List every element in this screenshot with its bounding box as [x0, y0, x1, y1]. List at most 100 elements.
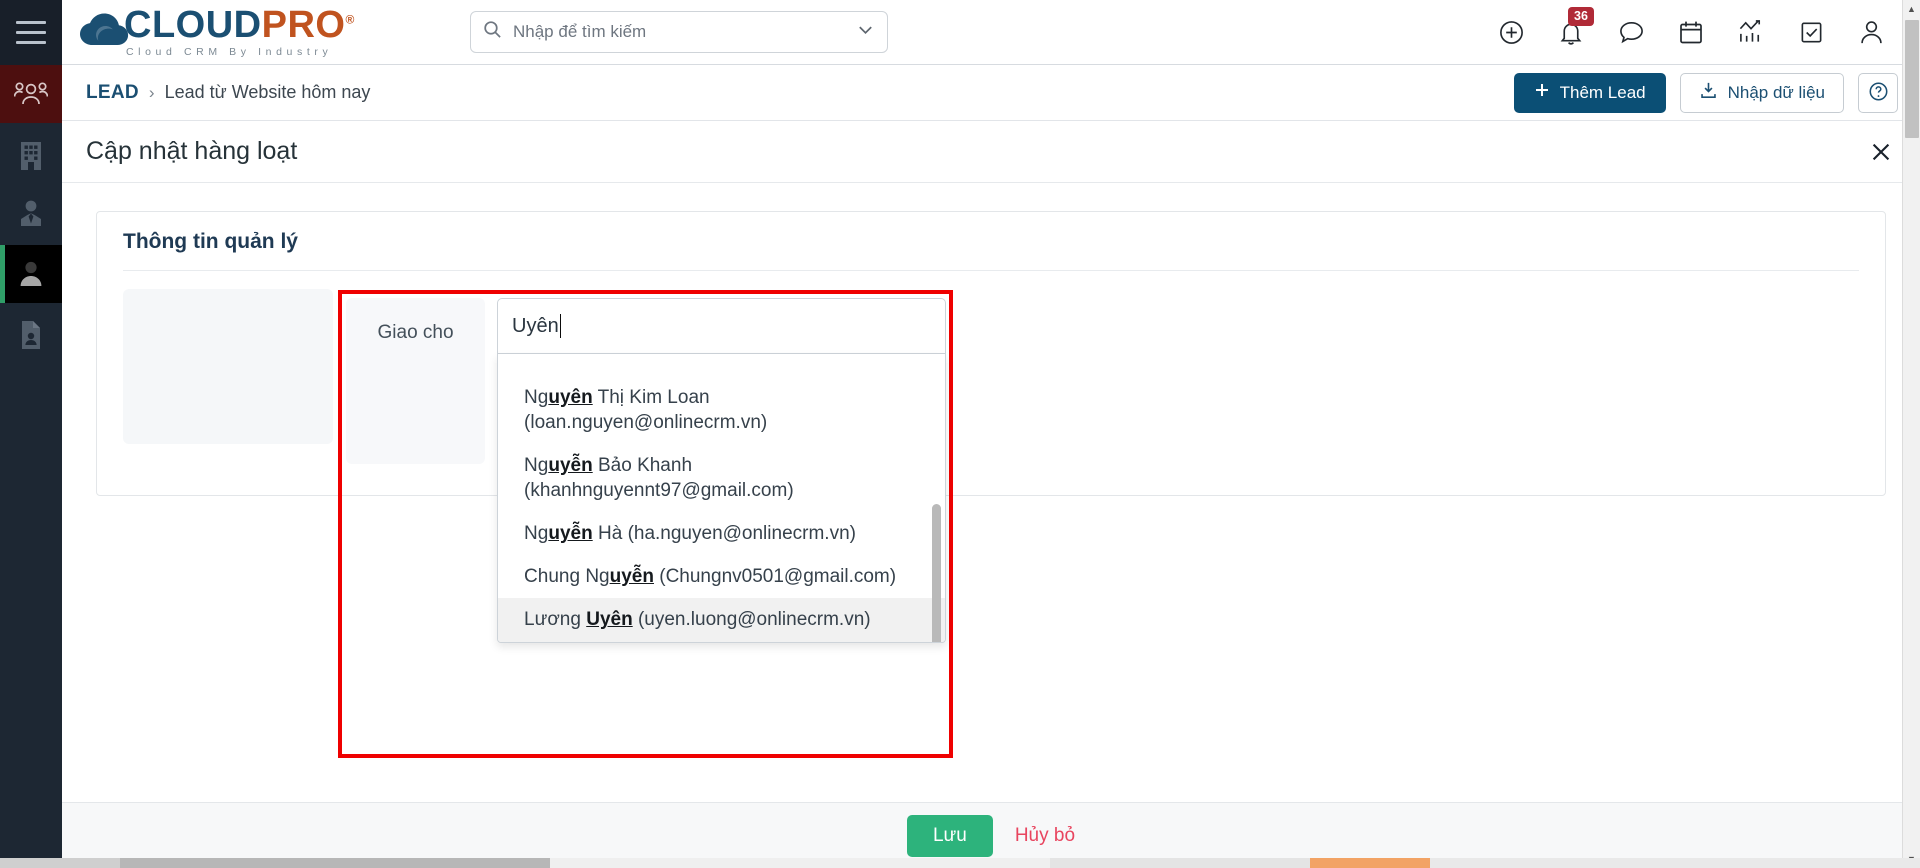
assign-to-control: Uyên Nguyên Thị Kim Loan (loan.nguyen@on…	[497, 298, 946, 643]
suggestion-list: Nguyên Thị Kim Loan (loan.nguyen@onlinec…	[498, 376, 945, 642]
brand-wordmark: CLOUDPRO® Cloud CRM By Industry	[124, 6, 355, 58]
suggestion-option[interactable]: Nguyễn Hà (ha.nguyen@onlinecrm.vn)	[498, 512, 945, 555]
assign-to-label-cell: Giao cho	[346, 298, 486, 464]
sidebar-item-contacts[interactable]	[0, 187, 62, 239]
assign-to-label: Giao cho	[377, 322, 454, 343]
save-button[interactable]: Lưu	[906, 814, 993, 857]
help-button[interactable]	[1858, 72, 1898, 113]
taskbar-segment	[550, 858, 1050, 868]
cancel-button[interactable]: Hủy bỏ	[1015, 825, 1075, 847]
add-circle-icon[interactable]	[1496, 17, 1526, 47]
add-lead-label: Thêm Lead	[1559, 82, 1646, 102]
empty-field-placeholder	[123, 289, 333, 444]
question-circle-icon	[1868, 81, 1889, 105]
option-suffix: Hà	[592, 523, 628, 545]
taskbar-segment-active	[1310, 858, 1430, 868]
taskbar-segment	[120, 858, 550, 868]
option-match-highlight: uyễn	[609, 566, 654, 588]
sidebar-item-documents[interactable]	[0, 309, 62, 361]
assign-to-field-group: Giao cho Uyên Nguyên Thị Kim Loan (loan.…	[346, 298, 946, 643]
option-email: (uyen.luong@onlinecrm.vn)	[637, 609, 871, 631]
breadcrumb-separator-icon: ›	[148, 82, 155, 102]
bulk-update-modal: Cập nhật hàng loạt Thông tin quản lý Lưu…	[62, 121, 1920, 868]
top-navigation-bar: CLOUDPRO® Cloud CRM By Industry Nhập để …	[62, 0, 1920, 65]
contact-tie-icon	[17, 198, 45, 228]
registered-mark: ®	[345, 12, 355, 27]
person-icon	[17, 259, 45, 289]
assign-to-input-value: Uyên	[512, 314, 559, 337]
suggestion-option[interactable]: Nguyên Thị Kim Loan (loan.nguyen@onlinec…	[498, 376, 945, 444]
notification-badge: 36	[1568, 7, 1594, 26]
taskbar-segment	[1430, 858, 1920, 868]
global-search-box[interactable]: Nhập để tìm kiếm	[470, 11, 888, 53]
user-account-icon[interactable]	[1856, 17, 1886, 47]
window-scrollbar[interactable]: ▲ ▼	[1902, 0, 1920, 868]
document-person-icon	[18, 320, 44, 350]
option-match-highlight: Uyên	[586, 609, 633, 631]
brand-logo-area[interactable]: CLOUDPRO® Cloud CRM By Industry	[62, 6, 362, 58]
breadcrumb-current: Lead từ Website hôm nay	[164, 82, 371, 102]
search-input-placeholder[interactable]: Nhập để tìm kiếm	[513, 22, 845, 42]
suggestion-option[interactable]: Lương Uyên (uyen.luong@onlinecrm.vn)	[498, 598, 945, 642]
topbar-icon-group: 36	[1496, 7, 1920, 47]
brand-tagline: Cloud CRM By Industry	[126, 46, 333, 58]
section-title: Thông tin quản lý	[123, 230, 298, 253]
import-data-label: Nhập dữ liệu	[1727, 82, 1825, 102]
chevron-down-icon[interactable]	[856, 20, 875, 44]
modal-body: Thông tin quản lý	[62, 183, 1920, 802]
chat-bubble-icon[interactable]	[1616, 17, 1646, 47]
option-prefix: Ng	[524, 455, 549, 477]
close-icon[interactable]	[1864, 135, 1898, 169]
assign-to-suggestion-menu: Nguyên Thị Kim Loan (loan.nguyen@onlinec…	[497, 354, 946, 643]
add-lead-button[interactable]: Thêm Lead	[1513, 72, 1666, 113]
people-group-icon	[14, 80, 48, 108]
os-taskbar-strip	[0, 858, 1920, 868]
hamburger-bar	[16, 41, 46, 44]
option-prefix: Chung Ng	[524, 566, 610, 588]
sidebar-item-customers[interactable]	[0, 245, 62, 303]
option-email: (Chungnv0501@gmail.com)	[659, 566, 897, 588]
calendar-icon[interactable]	[1676, 17, 1706, 47]
sidebar-item-leads[interactable]	[0, 65, 62, 123]
scroll-up-arrow-icon[interactable]: ▲	[1903, 0, 1920, 18]
application-window: CLOUDPRO® Cloud CRM By Industry Nhập để …	[0, 0, 1920, 868]
option-prefix: Ng	[524, 387, 549, 408]
taskbar-segment	[1050, 858, 1310, 868]
option-prefix: Ng	[524, 523, 549, 545]
modal-header: Cập nhật hàng loạt	[62, 121, 1920, 183]
download-import-icon	[1699, 81, 1718, 105]
hamburger-bar	[16, 21, 46, 24]
sidebar-item-companies[interactable]	[0, 129, 62, 181]
option-suffix: Bảo Khanh	[592, 455, 693, 477]
modal-title: Cập nhật hàng loạt	[86, 137, 298, 165]
building-icon	[18, 140, 44, 170]
breadcrumb-root[interactable]: LEAD	[86, 82, 139, 104]
brand-name-primary: CLOUD	[124, 4, 262, 46]
search-icon	[483, 20, 502, 44]
taskbar-segment	[0, 858, 120, 868]
tasks-checkbox-icon[interactable]	[1796, 17, 1826, 47]
brand-name-secondary: PRO	[261, 4, 346, 46]
assign-to-input[interactable]: Uyên	[497, 298, 946, 354]
hamburger-bar	[16, 31, 46, 34]
breadcrumb-actions: Thêm Lead Nhập dữ liệu	[1513, 72, 1898, 113]
option-email: (khanhnguyennt97@gmail.com)	[524, 480, 794, 502]
breadcrumb-bar: LEAD › Lead từ Website hôm nay Thêm Lead…	[62, 65, 1920, 121]
import-data-button[interactable]: Nhập dữ liệu	[1679, 72, 1844, 113]
left-nav-rail	[0, 0, 62, 868]
plus-icon	[1534, 82, 1550, 103]
suggestion-scrollbar-thumb[interactable]	[932, 504, 941, 642]
option-email: (ha.nguyen@onlinecrm.vn)	[627, 523, 856, 545]
scrollbar-thumb[interactable]	[1905, 20, 1919, 138]
option-match-highlight: uyên	[548, 387, 593, 408]
analytics-chart-icon[interactable]	[1736, 17, 1766, 47]
notifications-bell-icon[interactable]: 36	[1556, 7, 1594, 47]
option-match-highlight: uyễn	[548, 455, 593, 477]
option-prefix: Lương	[524, 609, 587, 631]
suggestion-option[interactable]: Nguyễn Bảo Khanh (khanhnguyennt97@gmail.…	[498, 444, 945, 512]
option-email: (loan.nguyen@onlinecrm.vn)	[524, 412, 768, 434]
suggestion-option[interactable]: Chung Nguyễn (Chungnv0501@gmail.com)	[498, 555, 945, 598]
option-suffix: Thị Kim Loan	[592, 387, 710, 408]
menu-toggle-button[interactable]	[0, 0, 62, 65]
option-match-highlight: uyễn	[548, 523, 593, 545]
